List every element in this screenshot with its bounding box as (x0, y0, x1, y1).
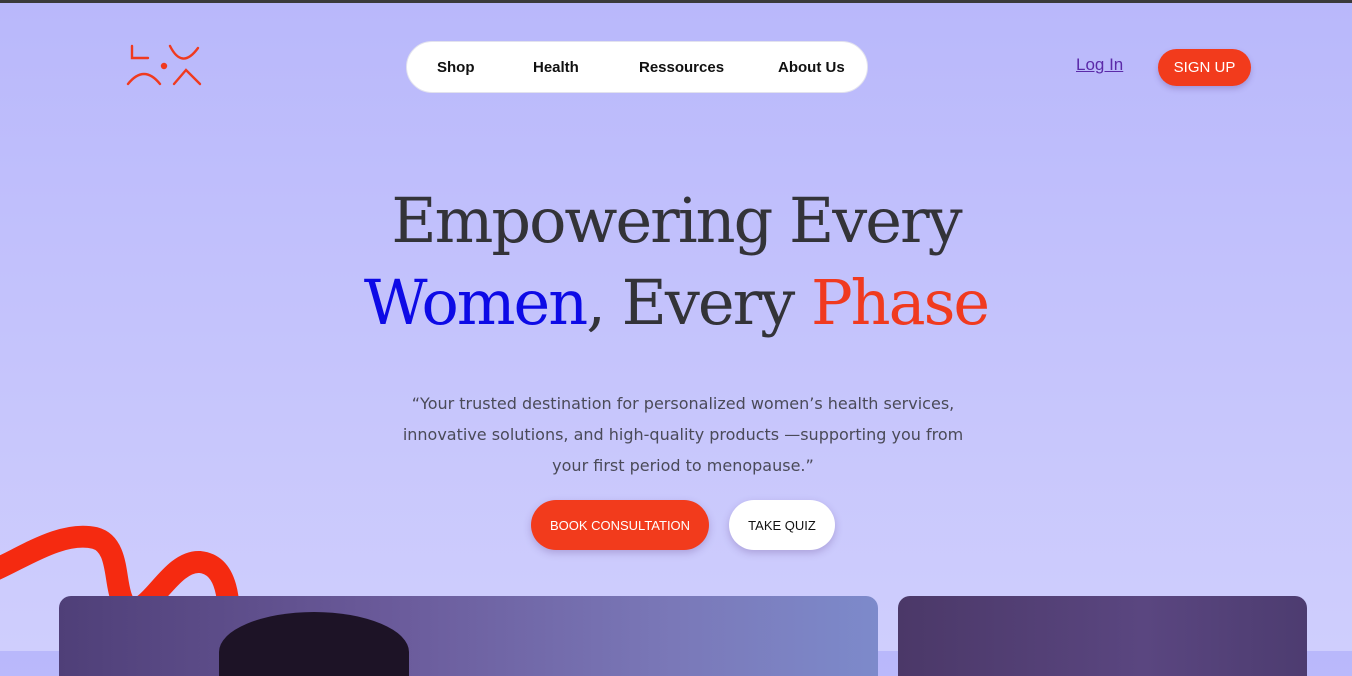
browser-top-border (0, 0, 1352, 3)
nav-shop[interactable]: Shop (437, 59, 475, 76)
hero-title: Empowering Every Women, Every Phase (0, 180, 1352, 344)
hero-image-card-right (898, 596, 1307, 676)
take-quiz-button[interactable]: TAKE QUIZ (729, 500, 835, 550)
hero-subtitle: “Your trusted destination for personaliz… (402, 394, 964, 475)
login-link[interactable]: Log In (1076, 55, 1123, 75)
nav-resources[interactable]: Ressources (639, 59, 724, 76)
hero-title-women: Women (363, 266, 588, 339)
main-nav: Shop Health Ressources About Us (406, 41, 868, 93)
signup-button[interactable]: SIGN UP (1158, 49, 1251, 86)
nav-about-us[interactable]: About Us (778, 59, 845, 76)
nav-health[interactable]: Health (533, 59, 579, 76)
hero-title-line1: Empowering Every (391, 184, 962, 257)
brand-logo-icon[interactable] (126, 44, 204, 88)
hero-title-phase: Phase (810, 266, 990, 339)
hero-title-every: , Every (586, 266, 811, 339)
hero-image-card-left (59, 596, 878, 676)
person-silhouette (219, 612, 409, 676)
book-consultation-button[interactable]: BOOK CONSULTATION (531, 500, 709, 550)
